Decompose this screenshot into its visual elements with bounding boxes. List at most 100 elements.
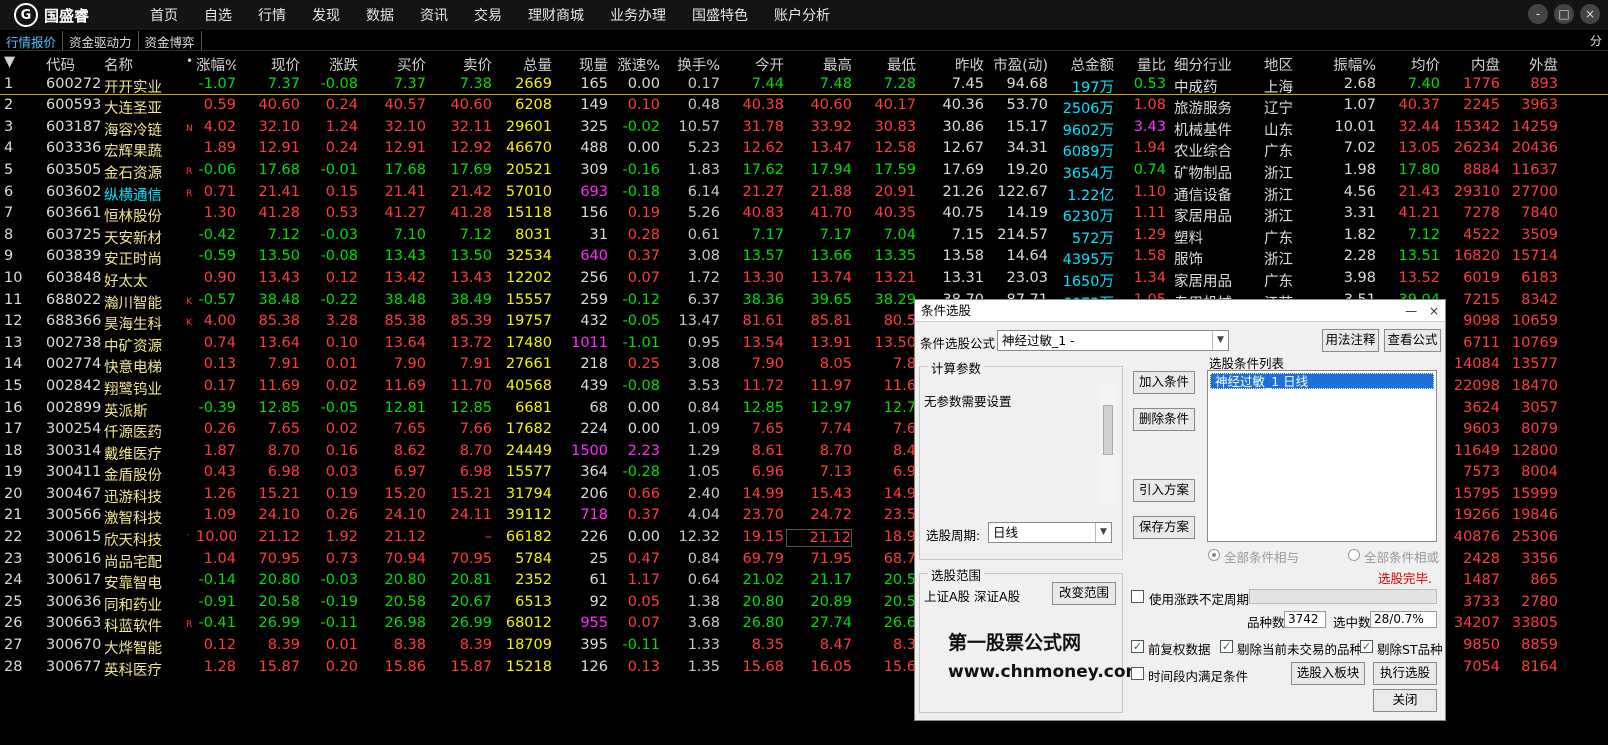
cell-open: 21.27: [742, 183, 784, 200]
header-speed[interactable]: 涨速%: [610, 54, 660, 75]
change-range-button[interactable]: 改变范围: [1052, 582, 1116, 605]
header-region[interactable]: 地区: [1264, 54, 1312, 75]
nav-item[interactable]: 首页: [150, 5, 178, 25]
header-turnover[interactable]: 换手%: [662, 54, 720, 75]
header-ask[interactable]: 卖价: [428, 54, 492, 75]
header-amplitude[interactable]: 振幅%: [1318, 54, 1376, 75]
table-row[interactable]: 8 603725 天安新材 -0.42 7.12 -0.03 7.10 7.12 8031 31 0…: [0, 225, 1608, 247]
header-outer[interactable]: 外盘: [1502, 54, 1558, 75]
execute-screen-button[interactable]: 执行选股: [1373, 662, 1437, 685]
close-icon[interactable]: ×: [1580, 4, 1600, 24]
cell-ind: 农业综合: [1174, 144, 1232, 161]
table-row[interactable]: 9 603839 安正时尚 -0.59 13.50 -0.08 13.43 13.50 3253…: [0, 246, 1608, 268]
exclude-untraded-checkbox[interactable]: ✓: [1220, 640, 1233, 653]
cell-avg: 7.12: [1407, 226, 1440, 243]
dialog-close-icon[interactable]: ×: [1429, 304, 1439, 318]
header-sort-icon[interactable]: ▼: [4, 54, 44, 70]
nav-item[interactable]: 业务办理: [610, 5, 666, 25]
header-delta[interactable]: 涨跌: [300, 54, 358, 75]
prior-adjust-label: 前复权数据: [1148, 642, 1211, 657]
table-row[interactable]: 7 603661 恒林股份 1.30 41.28 0.53 41.27 41.28 15118 1…: [0, 203, 1608, 225]
condition-list-item[interactable]: 神经过敏_1 日线: [1210, 373, 1434, 389]
header-high[interactable]: 最高: [786, 54, 852, 75]
table-row[interactable]: 3 603187 海容冷链 N 4.02 32.10 1.24 32.10 32.11 29601…: [0, 117, 1608, 139]
header-price[interactable]: 现价: [238, 54, 300, 75]
nav-item[interactable]: 自选: [204, 5, 232, 25]
app-logo[interactable]: G 国盛睿: [0, 3, 150, 27]
header-name[interactable]: 名称: [104, 54, 184, 75]
time-range-checkbox[interactable]: [1131, 667, 1144, 680]
exclude-st-checkbox[interactable]: ✓: [1360, 640, 1373, 653]
table-row[interactable]: 1 600272 开开实业 -1.07 7.37 -0.08 7.37 7.38 2669 165…: [0, 74, 1608, 96]
delete-condition-button[interactable]: 删除条件: [1133, 408, 1195, 431]
close-button[interactable]: 关闭: [1373, 689, 1437, 712]
header-chg[interactable]: 涨幅%: [196, 54, 236, 75]
cell-low: 7.28: [883, 75, 916, 92]
header-avg-price[interactable]: 均价: [1378, 54, 1440, 75]
nav-item[interactable]: 理财商城: [528, 5, 584, 25]
header-code[interactable]: 代码: [46, 54, 106, 75]
prior-adjust-checkbox[interactable]: ✓: [1131, 640, 1144, 653]
tab-fund-game[interactable]: 资金博弈: [139, 31, 202, 50]
maximize-icon[interactable]: □: [1554, 4, 1574, 24]
cell-low: 12.58: [874, 140, 916, 157]
header-bid[interactable]: 买价: [360, 54, 426, 75]
dialog-titlebar[interactable]: 条件选股 — ×: [915, 300, 1445, 322]
cell-delta: 1.92: [325, 529, 358, 546]
nav-item[interactable]: 资讯: [420, 5, 448, 25]
nav-item[interactable]: 发现: [312, 5, 340, 25]
radio-and[interactable]: [1208, 549, 1220, 561]
dialog-minimize-icon[interactable]: —: [1405, 304, 1417, 318]
cell-inner: 9850: [1463, 637, 1500, 654]
header-prev-close[interactable]: 昨收: [918, 54, 984, 75]
cell-spd: 2.23: [627, 442, 660, 459]
table-row[interactable]: 6 603602 纵横通信 R 0.71 21.41 0.15 21.41 21.42 57010…: [0, 182, 1608, 204]
header-pe[interactable]: 市盈(动): [986, 54, 1048, 75]
save-scheme-button[interactable]: 保存方案: [1133, 516, 1195, 539]
period-select[interactable]: 日线 ▼: [988, 522, 1112, 543]
table-row[interactable]: 10 603848 好太太 0.90 13.43 0.12 13.42 13.43 12202 2…: [0, 268, 1608, 290]
scroll-thumb[interactable]: [1103, 405, 1113, 455]
cell-bid: 40.57: [384, 97, 426, 114]
cell-turn: 1.83: [687, 161, 720, 178]
params-scrollbar[interactable]: [1100, 385, 1116, 505]
cell-cur: 149: [580, 97, 608, 114]
minimize-icon[interactable]: -: [1528, 4, 1548, 24]
nav-item[interactable]: 账户分析: [774, 5, 830, 25]
variable-period-checkbox[interactable]: [1131, 590, 1144, 603]
header-low[interactable]: 最低: [854, 54, 916, 75]
table-row[interactable]: 2 600593 大连圣亚 0.59 40.60 0.24 40.57 40.60 6208 14…: [0, 95, 1608, 117]
tab-quotes[interactable]: 行情报价: [0, 31, 64, 50]
table-row[interactable]: 5 603505 金石资源 R -0.06 17.68 -0.01 17.68 17.69 205…: [0, 160, 1608, 182]
formula-select[interactable]: 神经过敏_1 - ▼: [997, 330, 1229, 351]
nav-item[interactable]: 数据: [366, 5, 394, 25]
cell-ask: 13.50: [450, 248, 492, 265]
table-row[interactable]: 4 603336 宏辉果蔬 1.89 12.91 0.24 12.91 12.92 46670 4…: [0, 138, 1608, 160]
add-condition-button[interactable]: 加入条件: [1133, 371, 1195, 394]
header-open[interactable]: 今开: [722, 54, 784, 75]
nav-item[interactable]: 国盛特色: [692, 5, 748, 25]
header-amount[interactable]: 总金额: [1050, 54, 1115, 75]
tab-fund-drive[interactable]: 资金驱动力: [63, 31, 139, 50]
tab-minute[interactable]: 分: [1590, 32, 1602, 49]
cell-low: 7.6: [892, 421, 916, 438]
cell-name: 安正时尚: [104, 252, 162, 269]
nav-item[interactable]: 交易: [474, 5, 502, 25]
condition-list[interactable]: 神经过敏_1 日线: [1207, 370, 1437, 542]
radio-or[interactable]: [1348, 549, 1360, 561]
usage-notes-button[interactable]: 用法注释: [1322, 329, 1379, 352]
header-inner[interactable]: 内盘: [1444, 54, 1500, 75]
header-industry[interactable]: 细分行业: [1174, 54, 1262, 75]
view-formula-button[interactable]: 查看公式: [1384, 329, 1441, 352]
header-volume[interactable]: 总量: [494, 54, 552, 75]
cell-delta: 0.15: [325, 183, 358, 200]
nav-item[interactable]: 行情: [258, 5, 286, 25]
header-volume-ratio[interactable]: 量比: [1116, 54, 1166, 75]
cell-chg: 0.71: [203, 183, 236, 200]
header-current-volume[interactable]: 现量: [554, 54, 608, 75]
add-to-block-button[interactable]: 选股入板块: [1291, 662, 1365, 685]
cell-price: 40.60: [258, 97, 300, 114]
cell-low: 13.21: [874, 269, 916, 286]
chevron-down-icon: ▼: [1095, 523, 1111, 542]
import-scheme-button[interactable]: 引入方案: [1133, 479, 1195, 502]
